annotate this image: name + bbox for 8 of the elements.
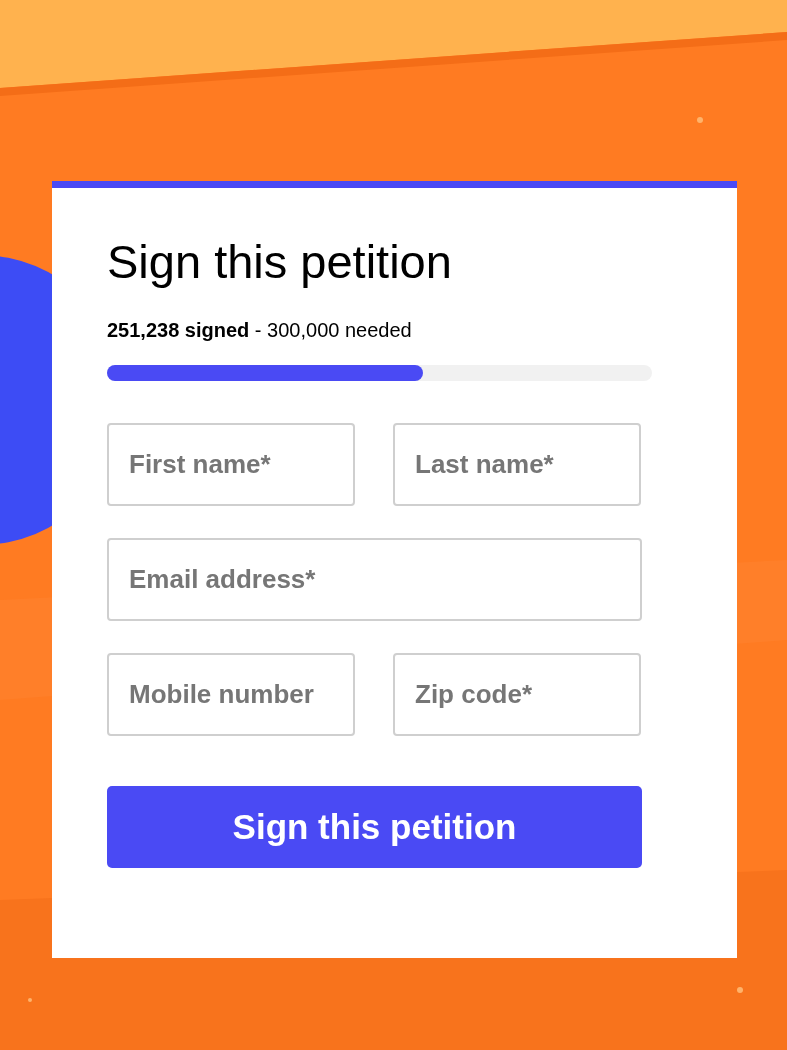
input-field[interactable]: First name* <box>107 423 355 506</box>
input-field[interactable]: Zip code* <box>393 653 641 736</box>
petition-title: Sign this petition <box>107 234 453 290</box>
input-field[interactable]: Email address* <box>107 538 642 621</box>
signature-count: 251,238 signed - 300,000 needed <box>107 318 413 343</box>
sign-button[interactable]: Sign this petition <box>107 786 642 868</box>
input-field[interactable]: Last name* <box>393 423 641 506</box>
input-field[interactable]: Mobile number <box>107 653 355 736</box>
